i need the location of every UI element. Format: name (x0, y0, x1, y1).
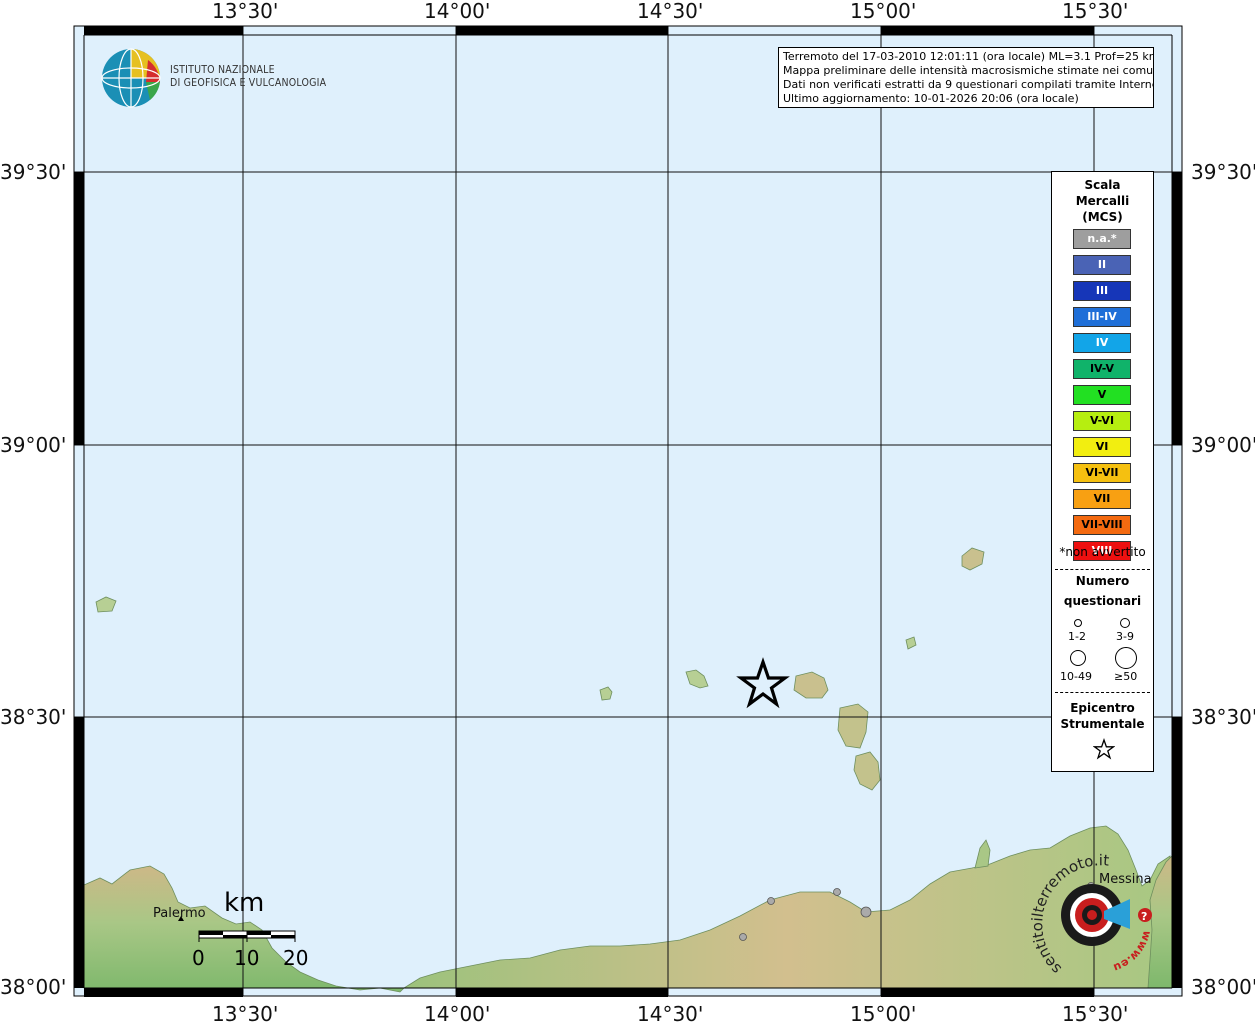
mcs-scale-item: VI-VII (1073, 463, 1131, 483)
lon-label: 15°00' (850, 1002, 917, 1026)
event-info-line: Mappa preliminare delle intensità macros… (783, 64, 1154, 77)
count-size-label: ≥50 (1114, 670, 1138, 683)
mcs-scale-item: III (1073, 281, 1131, 301)
mcs-scale-item: II (1073, 255, 1131, 275)
mcs-scale-item: VII (1073, 489, 1131, 509)
legend-divider (1055, 692, 1150, 693)
epicentre-legend-star-icon (1093, 738, 1115, 760)
non-felt-note: *non avvertito (1059, 545, 1146, 559)
mcs-scale-item: VII-VIII (1073, 515, 1131, 535)
mcs-scale-item: n.a.* (1073, 229, 1131, 249)
event-info-line: Terremoto del 17-03-2010 12:01:11 (ora l… (783, 50, 1154, 63)
scalebar-unit: km (224, 888, 265, 918)
mcs-scale-item: IV (1073, 333, 1131, 353)
lon-label: 15°30' (1062, 0, 1129, 23)
lat-label: 39°00' (1191, 433, 1255, 457)
mcs-scale-list: n.a.* II III III-IV IV IV-V V V-VI VI VI-VII VII VI… (1073, 229, 1131, 567)
ingv-line2: DI GEOFISICA E VULCANOLOGIA (170, 77, 327, 89)
epicentre-title-line2: Strumentale (1060, 717, 1145, 731)
lon-label: 14°00' (424, 0, 491, 23)
lon-label: 15°00' (850, 0, 917, 23)
count-title-line1: Numero (1075, 574, 1130, 588)
event-info-line: Ultimo aggiornamento: 10-01-2026 20:06 (… (783, 92, 1079, 105)
event-info-line: Dati non verificati estratti da 9 questi… (783, 78, 1154, 91)
lat-label: 39°00' (0, 433, 67, 457)
lat-label: 39°30' (0, 160, 67, 184)
count-title-line2: questionari (1063, 594, 1142, 608)
legend-title-line: Mercalli (1075, 194, 1130, 208)
legend-divider (1055, 569, 1150, 570)
mcs-scale-item: III-IV (1073, 307, 1131, 327)
count-symbol-large (1070, 650, 1086, 666)
ingv-logo-icon (101, 48, 161, 108)
svg-text:?: ? (1141, 910, 1147, 923)
lon-label: 13°30' (212, 0, 279, 23)
lon-label: 14°30' (637, 1002, 704, 1026)
legend-title-line: (MCS) (1082, 210, 1123, 224)
ingv-logo-text: ISTITUTO NAZIONALE DI GEOFISICA E VULCAN… (170, 64, 326, 90)
mcs-scale-item: V-VI (1073, 411, 1131, 431)
mcs-scale-item: IV-V (1073, 359, 1131, 379)
place-label-messina: Messina (1099, 872, 1152, 887)
count-symbol-xlarge (1115, 647, 1137, 669)
mcs-scale-item: VI (1073, 437, 1131, 457)
scalebar-tick: 20 (283, 946, 309, 970)
place-label-palermo: Palermo (153, 906, 206, 921)
epicentre-title-line1: Epicentro (1070, 701, 1135, 715)
mcs-scale-item: V (1073, 385, 1131, 405)
count-size-label: 1-2 (1068, 630, 1086, 643)
scalebar-tick: 10 (234, 946, 260, 970)
lon-label: 13°30' (212, 1002, 279, 1026)
lat-label: 38°00' (1191, 975, 1255, 999)
lon-label: 14°30' (637, 0, 704, 23)
lat-label: 39°30' (1191, 160, 1255, 184)
scalebar-tick: 0 (192, 946, 205, 970)
count-size-label: 10-49 (1060, 670, 1092, 683)
count-symbol-small (1074, 619, 1082, 627)
ingv-line1: ISTITUTO NAZIONALE (170, 64, 275, 76)
lat-label: 38°00' (0, 975, 67, 999)
intensity-legend: Scala Mercalli (MCS) n.a.* II III III-IV IV I… (1051, 171, 1154, 772)
count-symbol-medium (1120, 618, 1130, 628)
lon-label: 15°30' (1062, 1002, 1129, 1026)
event-info-box: Terremoto del 17-03-2010 12:01:11 (ora l… (778, 47, 1154, 108)
legend-title: Scala Mercalli (MCS) (1052, 177, 1153, 225)
legend-title-line: Scala (1084, 178, 1121, 192)
count-size-label: 3-9 (1116, 630, 1134, 643)
lat-label: 38°30' (1191, 705, 1255, 729)
lat-label: 38°30' (0, 705, 67, 729)
lon-label: 14°00' (424, 1002, 491, 1026)
